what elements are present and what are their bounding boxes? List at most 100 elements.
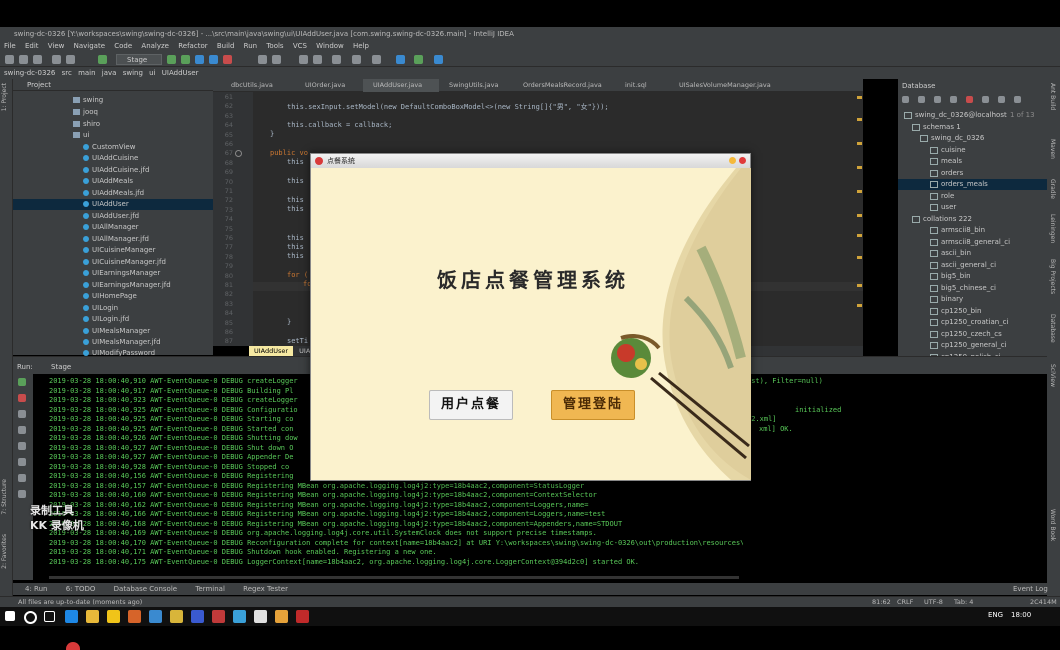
leiningen-tool-tab[interactable]: Leiningen [1049,214,1056,243]
app-icon[interactable] [191,610,204,623]
tree-folder-jooq[interactable]: jooq [73,107,98,118]
sdk-icon[interactable] [299,55,308,64]
tab-ordersmealsrecord[interactable]: OrdersMealsRecord.java [513,79,621,92]
pin-icon[interactable] [18,458,26,466]
properties-icon[interactable] [950,96,957,103]
tool-tab-database-console[interactable]: Database Console [114,585,177,593]
sdk-manager-icon[interactable] [313,55,322,64]
tree-item-uilogin-jfd[interactable]: UILogin.jfd [83,314,129,325]
run-tab-stage[interactable]: Stage [51,361,71,373]
tool-tab-run[interactable]: 4: Run [25,585,47,593]
plugin-icon[interactable] [396,55,405,64]
tree-item-uiadduser[interactable]: UIAddUser [13,199,213,210]
breadcrumb-class[interactable]: UIAddUser [249,346,294,356]
project-panel-title[interactable]: Project [27,81,51,89]
database-panel-title[interactable]: Database [902,82,935,90]
debug-icon[interactable] [181,55,190,64]
tree-item-uiaddcuisine-jfd[interactable]: UIAddCuisine.jfd [83,165,149,176]
db-collation[interactable]: big5_bin [930,271,971,282]
app-icon[interactable] [254,610,267,623]
db-collation[interactable]: armscii8_general_ci [930,237,1010,248]
settings-icon[interactable] [272,55,281,64]
no-icon[interactable] [434,55,443,64]
edge-icon[interactable] [65,610,78,623]
db-connection[interactable]: swing_dc_0326@localhost [904,110,1007,121]
dialog-title-bar[interactable]: 点餐系统 [311,154,750,168]
run-config-select[interactable]: Stage [116,54,162,65]
forward-icon[interactable] [66,55,75,64]
user-order-button[interactable]: 用户点餐 [429,390,513,420]
task-view-icon[interactable] [44,611,55,622]
menu-analyze[interactable]: Analyze [141,42,169,50]
menu-window[interactable]: Window [316,42,344,50]
stop-run-icon[interactable] [18,394,26,402]
tree-folder-shiro[interactable]: shiro [73,119,100,130]
db-schemas[interactable]: schemas 1 [912,122,961,133]
trash-icon[interactable] [18,474,26,482]
tree-item-uiearningsmanager-jfd[interactable]: UIEarningsManager.jfd [83,280,171,291]
tab-dbcutils[interactable]: dbcUtils.java [221,79,297,92]
tree-item-uilogin[interactable]: UILogin [83,303,118,314]
project-tool-tab[interactable]: 1: Project [1,83,8,111]
structure-tool-tab[interactable]: 7: Structure [1,479,8,515]
profile-icon[interactable] [209,55,218,64]
refresh-icon[interactable] [934,96,941,103]
db-collation[interactable]: ascii_bin [930,248,971,259]
disconnect-icon[interactable] [966,96,973,103]
tree-item-uiaddcuisine[interactable]: UIAddCuisine [83,153,138,164]
menu-code[interactable]: Code [114,42,132,50]
app-icon[interactable] [149,610,162,623]
tree-item-uicuisinemanager[interactable]: UICuisineManager [83,245,155,256]
table-icon[interactable] [982,96,989,103]
sync-icon[interactable] [33,55,42,64]
build-icon[interactable] [98,55,107,64]
minimize-icon[interactable] [729,157,736,164]
tree-item-uiaddmeals[interactable]: UIAddMeals [83,176,133,187]
tree-item-uicuisinemanager-jfd[interactable]: UICuisineManager.jfd [83,257,166,268]
app-icon[interactable] [233,610,246,623]
menu-navigate[interactable]: Navigate [74,42,105,50]
db-collation[interactable]: big5_chinese_ci [930,283,996,294]
console-icon[interactable] [998,96,1005,103]
open-icon[interactable] [5,55,14,64]
menu-refactor[interactable]: Refactor [178,42,207,50]
menu-run[interactable]: Run [244,42,257,50]
menu-build[interactable]: Build [217,42,235,50]
close-run-icon[interactable] [18,490,26,498]
db-table-orders[interactable]: orders [930,168,963,179]
input-language[interactable]: ENG [988,611,1003,619]
favorites-tool-tab[interactable]: 2: Favorites [1,534,8,569]
intellij-icon[interactable] [296,610,309,623]
db-collation[interactable]: cp1250_czech_cs [930,329,1002,340]
add-icon[interactable] [902,96,909,103]
tab-swingutils[interactable]: SwingUtils.java [439,79,515,92]
menu-help[interactable]: Help [353,42,369,50]
db-collations[interactable]: collations 222 [912,214,972,225]
app-icon[interactable] [170,610,183,623]
dump-threads-icon[interactable] [18,426,26,434]
tree-folder-ui[interactable]: ui [73,130,89,141]
tree-item-uiearningsmanager[interactable]: UIEarningsManager [83,268,160,279]
app-icon[interactable] [275,610,288,623]
tool-tab-terminal[interactable]: Terminal [195,585,225,593]
nav-crumb-main[interactable]: main [78,69,96,77]
nav-crumb-file[interactable]: UIAddUser [162,69,199,77]
menu-view[interactable]: View [48,42,65,50]
rerun-icon[interactable] [18,378,26,386]
menu-tools[interactable]: Tools [266,42,283,50]
app-icon[interactable] [128,610,141,623]
nav-crumb-ui[interactable]: ui [149,69,155,77]
copy-icon[interactable] [918,96,925,103]
pause-icon[interactable] [18,410,26,418]
chrome-icon[interactable] [107,610,120,623]
nav-crumb-swing[interactable]: swing [123,69,143,77]
tree-item-uiaddmeals-jfd[interactable]: UIAddMeals.jfd [83,188,144,199]
search-icon[interactable] [332,55,341,64]
app-icon[interactable] [212,610,225,623]
nav-crumb-src[interactable]: src [62,69,72,77]
clock[interactable]: 18:00 [1011,611,1031,619]
ant-build-tool-tab[interactable]: Ant Build [1049,83,1056,110]
db-schema-swing[interactable]: swing_dc_0326 [920,133,984,144]
console-horizontal-scrollbar[interactable] [49,576,739,579]
check-icon[interactable] [414,55,423,64]
